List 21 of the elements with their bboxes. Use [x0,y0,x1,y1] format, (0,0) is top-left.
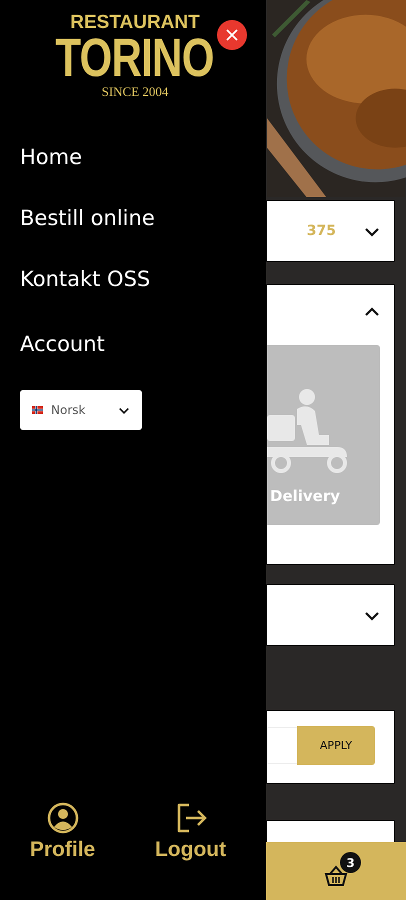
close-icon [226,29,238,41]
menu-item[interactable]: Home [20,143,82,171]
close-button[interactable] [217,20,247,50]
cart-bar[interactable]: 3 [266,842,406,900]
profile-button[interactable]: Profile [30,802,96,862]
coupon-field[interactable] [267,727,297,764]
logo-text: TORINO [56,32,214,84]
menu-item[interactable]: Bestill online [20,204,155,232]
language-select[interactable]: Norsk [20,390,142,430]
logout-button[interactable]: Logout [154,802,226,862]
user-icon [46,802,79,834]
chevron-down-icon [118,405,130,415]
cart-count-badge: 3 [340,852,361,873]
price-text: 375 [306,223,336,239]
menu-item[interactable]: Kontakt OSS [20,265,150,293]
basket-icon [324,864,348,886]
apply-button[interactable]: APPLY [297,726,375,765]
menu-item[interactable]: Account [20,330,105,358]
logo-text: SINCE 2004 [102,84,168,100]
logo-text: RESTAURANT [70,13,200,32]
flag-icon [32,406,43,414]
